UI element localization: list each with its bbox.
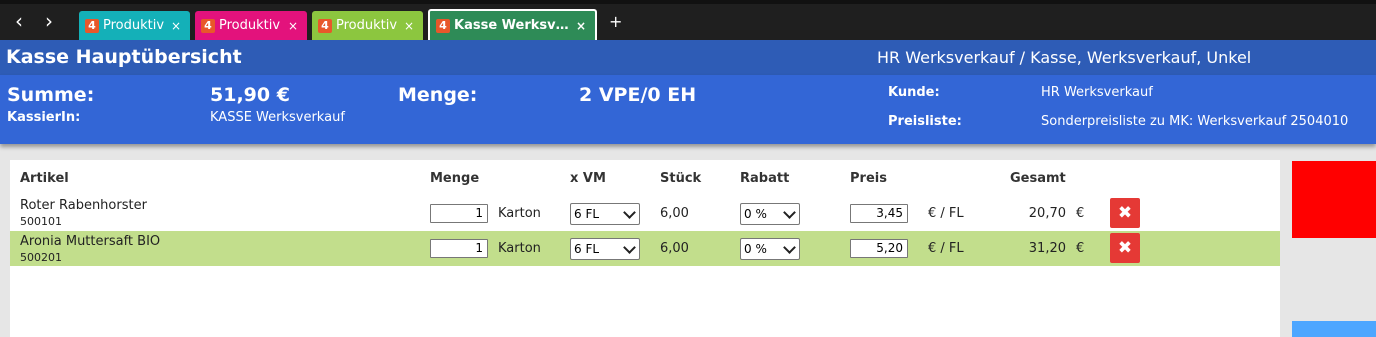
app-logo-icon: 4 <box>436 18 450 33</box>
delete-row-button[interactable]: ✖ <box>1110 198 1140 228</box>
cashier-label: KassierIn: <box>7 110 81 125</box>
price-input[interactable]: 3,45 <box>850 204 908 223</box>
column-header-pieces: Stück <box>660 171 702 186</box>
column-header-vm: x VM <box>570 171 606 186</box>
status-block-blue[interactable] <box>1292 321 1376 337</box>
tab-produktiv-3[interactable]: 4 Produktiv × <box>312 11 423 40</box>
tab-produktiv-1[interactable]: 4 Produktiv × <box>79 11 190 40</box>
column-header-total: Gesamt <box>1010 171 1066 186</box>
article-name: Roter Rabenhorster <box>20 198 147 213</box>
browser-tab-bar: ‹ › 4 Produktiv × 4 Produktiv × 4 Produk… <box>0 0 1376 40</box>
chevron-down-icon <box>623 206 636 219</box>
article-name: Aronia Muttersaft BIO <box>20 234 161 249</box>
back-icon[interactable]: ‹ <box>9 10 29 32</box>
cashier-value: KASSE Werksverkauf <box>210 110 345 125</box>
customer-label: Kunde: <box>888 85 940 100</box>
chevron-down-icon <box>783 241 796 254</box>
price-unit: € / FL <box>928 241 964 256</box>
discount-select[interactable]: 0 % <box>740 203 800 225</box>
app-logo-icon: 4 <box>318 18 332 33</box>
article-number: 500101 <box>20 215 62 228</box>
sum-value: 51,90 € <box>210 84 290 106</box>
vm-select[interactable]: 6 FL <box>570 203 640 225</box>
column-header-discount: Rabatt <box>740 171 790 186</box>
currency-label: € <box>1076 241 1085 256</box>
customer-value: HR Werksverkauf <box>1041 85 1153 100</box>
quantity-input[interactable]: 1 <box>430 204 488 223</box>
pieces-value: 6,00 <box>660 206 689 221</box>
forward-icon[interactable]: › <box>39 10 59 32</box>
unit-label: Karton <box>498 241 541 256</box>
close-icon: ✖ <box>1117 238 1133 258</box>
total-value: 20,70 <box>1028 206 1066 221</box>
column-header-article: Artikel <box>20 171 69 186</box>
summary-panel: Summe: 51,90 € Menge: 2 VPE/0 EH Kassier… <box>0 75 1376 144</box>
status-block-red[interactable] <box>1292 161 1376 238</box>
pieces-value: 6,00 <box>660 241 689 256</box>
page-title: Kasse Hauptübersicht <box>6 46 242 68</box>
discount-select[interactable]: 0 % <box>740 238 800 260</box>
vm-select-value: 6 FL <box>574 242 600 256</box>
quantity-value: 2 VPE/0 EH <box>579 84 697 106</box>
add-tab-icon[interactable]: + <box>609 12 622 31</box>
pricelist-value: Sonderpreisliste zu MK: Werksverkauf 250… <box>1041 114 1349 129</box>
close-tab-icon[interactable]: × <box>171 19 181 33</box>
tab-produktiv-2[interactable]: 4 Produktiv × <box>195 11 307 40</box>
sum-label: Summe: <box>7 84 95 106</box>
unit-label: Karton <box>498 206 541 221</box>
quantity-input[interactable]: 1 <box>430 239 488 258</box>
column-header-price: Preis <box>850 171 887 186</box>
chevron-down-icon <box>623 241 636 254</box>
total-value: 31,20 <box>1028 241 1066 256</box>
vm-select-value: 6 FL <box>574 207 600 221</box>
currency-label: € <box>1076 206 1085 221</box>
close-tab-icon[interactable]: × <box>576 19 586 33</box>
table-row: Roter Rabenhorster 500101 1 Karton 6 FL … <box>10 196 1280 231</box>
tab-label: Produktiv <box>336 18 398 33</box>
close-icon: ✖ <box>1117 203 1133 223</box>
chevron-down-icon <box>783 206 796 219</box>
tab-label: Produktiv <box>103 18 165 33</box>
close-tab-icon[interactable]: × <box>404 19 414 33</box>
tab-bar-top-strip <box>0 0 1376 4</box>
vm-select[interactable]: 6 FL <box>570 238 640 260</box>
discount-select-value: 0 % <box>744 207 767 221</box>
pricelist-label: Preisliste: <box>888 114 962 129</box>
discount-select-value: 0 % <box>744 242 767 256</box>
delete-row-button[interactable]: ✖ <box>1110 233 1140 263</box>
tab-label: Kasse Werksv… <box>454 18 569 33</box>
quantity-label: Menge: <box>398 84 478 106</box>
article-number: 500201 <box>20 251 62 264</box>
page-header: Kasse Hauptübersicht HR Werksverkauf / K… <box>0 40 1376 75</box>
close-tab-icon[interactable]: × <box>288 19 298 33</box>
price-input[interactable]: 5,20 <box>850 239 908 258</box>
tab-label: Produktiv <box>219 18 281 33</box>
price-unit: € / FL <box>928 206 964 221</box>
location-label: HR Werksverkauf / Kasse, Werksverkauf, U… <box>877 48 1252 67</box>
table-row: Aronia Muttersaft BIO 500201 1 Karton 6 … <box>10 231 1280 266</box>
tab-kasse-werksverkauf[interactable]: 4 Kasse Werksv… × <box>428 9 597 40</box>
column-header-quantity: Menge <box>430 171 480 186</box>
app-logo-icon: 4 <box>85 18 99 33</box>
app-logo-icon: 4 <box>201 18 215 33</box>
